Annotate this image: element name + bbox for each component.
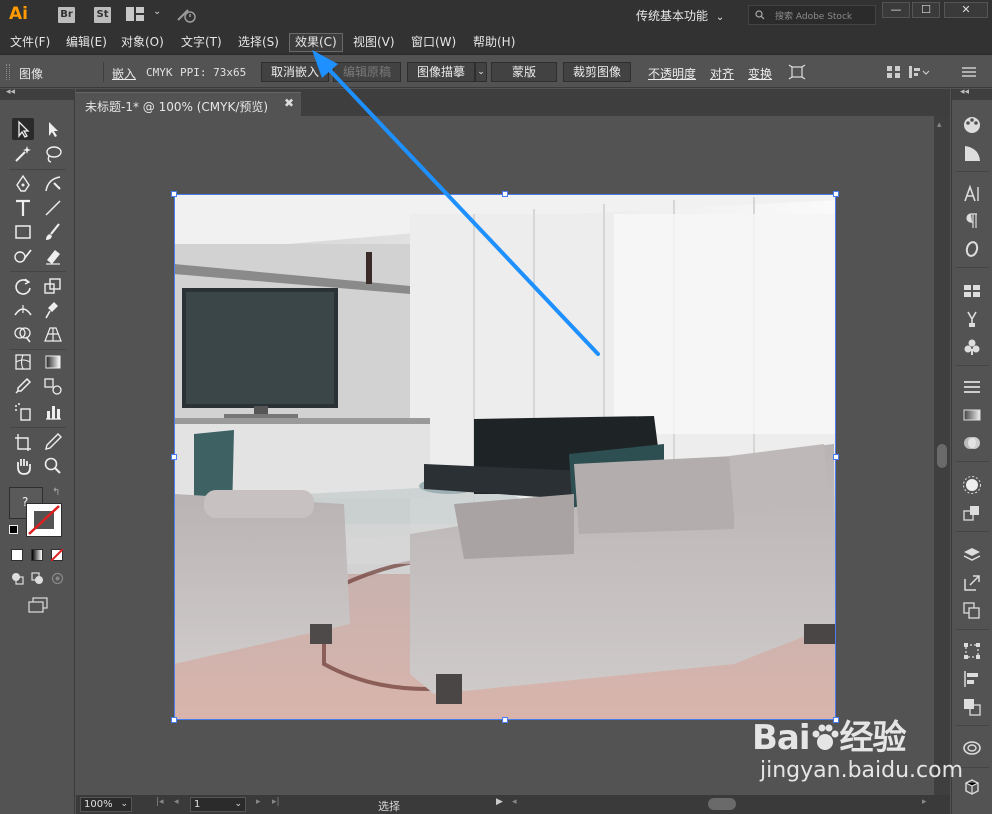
vertical-scrollbar[interactable]: ▴ (934, 116, 950, 795)
annotation-arrow (312, 50, 600, 356)
appearance-panel-icon[interactable] (962, 475, 982, 495)
asset-export-icon[interactable] (962, 777, 982, 797)
graphic-styles-panel-icon[interactable] (962, 503, 982, 523)
panel-dock: ◂◂ (951, 87, 992, 814)
divider (956, 171, 989, 172)
divider (956, 461, 989, 462)
status-text: 选择 (378, 800, 400, 813)
export-panel-icon[interactable] (962, 573, 982, 593)
gradient-panel-icon[interactable] (962, 405, 982, 425)
opentype-panel-icon[interactable] (962, 239, 982, 259)
status-bar: 100% ⌄ |◂ ◂ 1 ⌄ ▸ ▸| 选择 ▶ ◂ ▸ (76, 795, 950, 814)
transform-panel-icon[interactable] (962, 641, 982, 661)
stroke-panel-icon[interactable] (962, 377, 982, 397)
chevron-down-icon: ⌄ (234, 799, 242, 809)
scroll-right-arrow[interactable]: ▸ (922, 797, 927, 807)
color-guide-icon[interactable] (962, 143, 982, 163)
divider (956, 365, 989, 366)
scroll-left-arrow[interactable]: ◂ (512, 797, 517, 807)
horizontal-scroll-thumb[interactable] (708, 798, 736, 810)
vertical-scroll-thumb[interactable] (937, 444, 947, 468)
brushes-panel-icon[interactable] (962, 309, 982, 329)
artboards-panel-icon[interactable] (962, 601, 982, 621)
divider (956, 531, 989, 532)
zoom-level-field[interactable]: 100% ⌄ (80, 797, 132, 812)
artboard-number-field[interactable]: 1 ⌄ (190, 797, 246, 812)
transparency-panel-icon[interactable] (962, 433, 982, 453)
paragraph-panel-icon[interactable] (962, 211, 982, 231)
divider (956, 629, 989, 630)
divider (956, 767, 989, 768)
align-panel-icon[interactable] (962, 669, 982, 689)
libraries-panel-icon[interactable] (962, 737, 982, 757)
swatches-panel-icon[interactable] (962, 281, 982, 301)
first-artboard-icon[interactable]: |◂ (156, 797, 164, 807)
pathfinder-panel-icon[interactable] (962, 697, 982, 717)
divider (956, 267, 989, 268)
status-menu-icon[interactable]: ▶ (496, 797, 503, 807)
divider (956, 725, 989, 726)
layers-panel-icon[interactable] (962, 545, 982, 565)
character-panel-icon[interactable] (962, 184, 982, 204)
scroll-up-arrow[interactable]: ▴ (937, 120, 942, 130)
dock-header[interactable]: ◂◂ (952, 87, 992, 100)
next-artboard-icon[interactable]: ▸ (256, 797, 261, 807)
previous-artboard-icon[interactable]: ◂ (174, 797, 179, 807)
chevron-down-icon: ⌄ (120, 799, 128, 809)
color-panel-icon[interactable] (962, 115, 982, 135)
symbols-panel-icon[interactable] (962, 337, 982, 357)
last-artboard-icon[interactable]: ▸| (272, 797, 280, 807)
